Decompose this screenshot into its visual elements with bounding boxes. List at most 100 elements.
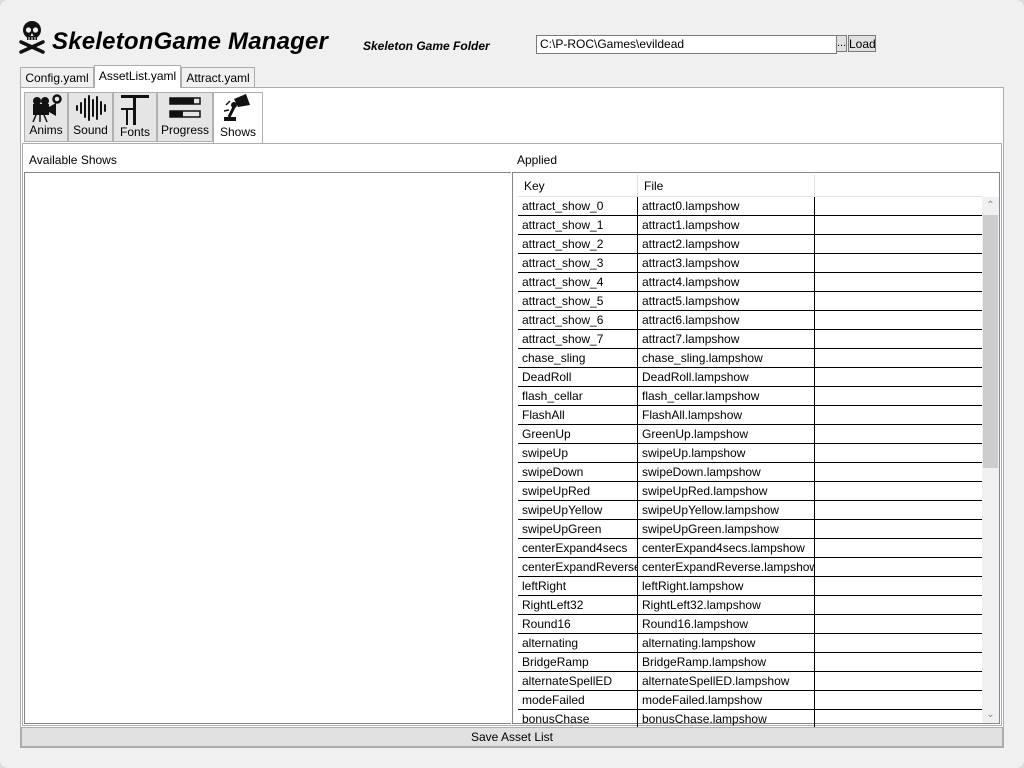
key-cell[interactable]: RightLeft32 (518, 596, 638, 615)
key-cell[interactable]: attract_show_6 (518, 311, 638, 330)
file-cell[interactable]: DeadRoll.lampshow (638, 368, 815, 387)
table-row[interactable]: attract_show_0 attract0.lampshow (518, 197, 982, 216)
file-cell[interactable]: attract1.lampshow (638, 216, 815, 235)
file-cell[interactable]: attract2.lampshow (638, 235, 815, 254)
browse-button[interactable]: ... (836, 35, 847, 52)
table-row[interactable]: attract_show_6 attract6.lampshow (518, 311, 982, 330)
key-cell[interactable]: attract_show_3 (518, 254, 638, 273)
key-cell[interactable]: attract_show_2 (518, 235, 638, 254)
table-row[interactable]: RightLeft32 RightLeft32.lampshow (518, 596, 982, 615)
table-row[interactable]: swipeUpRed swipeUpRed.lampshow (518, 482, 982, 501)
file-cell[interactable]: centerExpand4secs.lampshow (638, 539, 815, 558)
file-cell[interactable]: attract5.lampshow (638, 292, 815, 311)
table-row[interactable]: swipeUpYellow swipeUpYellow.lampshow (518, 501, 982, 520)
file-cell[interactable]: attract3.lampshow (638, 254, 815, 273)
table-row[interactable]: alternating alternating.lampshow (518, 634, 982, 653)
file-cell[interactable]: attract7.lampshow (638, 330, 815, 349)
file-cell[interactable]: BridgeRamp.lampshow (638, 653, 815, 672)
key-cell[interactable]: attract_show_4 (518, 273, 638, 292)
table-row[interactable]: attract_show_7 attract7.lampshow (518, 330, 982, 349)
key-cell[interactable]: Round16 (518, 615, 638, 634)
file-cell[interactable]: leftRight.lampshow (638, 577, 815, 596)
table-row[interactable]: centerExpandReverse centerExpandReverse.l… (518, 558, 982, 577)
key-cell[interactable]: swipeDown (518, 463, 638, 482)
key-cell[interactable]: chase_sling (518, 349, 638, 368)
key-cell[interactable]: DeadRoll (518, 368, 638, 387)
table-row[interactable]: centerExpand4secs centerExpand4secs.lamps… (518, 539, 982, 558)
table-row[interactable]: modeFailed modeFailed.lampshow (518, 691, 982, 710)
table-row[interactable]: attract_show_5 attract5.lampshow (518, 292, 982, 311)
table-row[interactable]: attract_show_1 attract1.lampshow (518, 216, 982, 235)
key-cell[interactable]: leftRight (518, 577, 638, 596)
key-cell[interactable]: attract_show_0 (518, 197, 638, 216)
file-cell[interactable]: swipeUpYellow.lampshow (638, 501, 815, 520)
key-cell[interactable]: FlashAll (518, 406, 638, 425)
table-row[interactable]: GreenUp GreenUp.lampshow (518, 425, 982, 444)
file-cell[interactable]: flash_cellar.lampshow (638, 387, 815, 406)
tab-attract-yaml[interactable]: Attract.yaml (181, 67, 255, 87)
key-cell[interactable]: swipeUpYellow (518, 501, 638, 520)
tab-assetlist-yaml[interactable]: AssetList.yaml (94, 65, 181, 88)
file-cell[interactable]: attract4.lampshow (638, 273, 815, 292)
file-cell[interactable]: Round16.lampshow (638, 615, 815, 634)
subtab-sound[interactable]: Sound (68, 92, 113, 142)
table-row[interactable]: attract_show_4 attract4.lampshow (518, 273, 982, 292)
key-cell[interactable]: centerExpand4secs (518, 539, 638, 558)
file-cell[interactable]: centerExpandReverse.lampshow (638, 558, 815, 577)
table-row[interactable]: leftRight leftRight.lampshow (518, 577, 982, 596)
key-cell[interactable]: attract_show_1 (518, 216, 638, 235)
table-row[interactable]: swipeDown swipeDown.lampshow (518, 463, 982, 482)
table-row[interactable]: swipeUpGreen swipeUpGreen.lampshow (518, 520, 982, 539)
table-row[interactable]: attract_show_3 attract3.lampshow (518, 254, 982, 273)
table-row[interactable]: flash_cellar flash_cellar.lampshow (518, 387, 982, 406)
column-header-key[interactable]: Key (518, 175, 638, 197)
file-cell[interactable]: alternating.lampshow (638, 634, 815, 653)
file-cell[interactable]: swipeUp.lampshow (638, 444, 815, 463)
key-cell[interactable]: swipeUpGreen (518, 520, 638, 539)
table-row[interactable]: BridgeRamp BridgeRamp.lampshow (518, 653, 982, 672)
subtab-fonts[interactable]: Fonts (113, 92, 157, 142)
file-cell[interactable]: RightLeft32.lampshow (638, 596, 815, 615)
key-cell[interactable]: BridgeRamp (518, 653, 638, 672)
table-row[interactable]: chase_sling chase_sling.lampshow (518, 349, 982, 368)
key-cell[interactable]: swipeUpRed (518, 482, 638, 501)
subtab-shows[interactable]: Shows (213, 92, 263, 144)
table-row[interactable]: attract_show_2 attract2.lampshow (518, 235, 982, 254)
scroll-up-icon[interactable]: ⌃ (982, 197, 999, 214)
subtab-anims[interactable]: Anims (24, 92, 68, 142)
key-cell[interactable]: swipeUp (518, 444, 638, 463)
column-header-file[interactable]: File (638, 175, 815, 197)
table-row[interactable]: FlashAll FlashAll.lampshow (518, 406, 982, 425)
key-cell[interactable]: flash_cellar (518, 387, 638, 406)
scroll-thumb[interactable] (983, 215, 998, 468)
file-cell[interactable]: chase_sling.lampshow (638, 349, 815, 368)
available-shows-list[interactable] (24, 172, 511, 724)
file-cell[interactable]: attract0.lampshow (638, 197, 815, 216)
key-cell[interactable]: attract_show_5 (518, 292, 638, 311)
tab-config-yaml[interactable]: Config.yaml (20, 67, 94, 87)
key-cell[interactable]: attract_show_7 (518, 330, 638, 349)
load-button[interactable]: Load (848, 35, 876, 52)
key-cell[interactable]: alternateSpellED (518, 672, 638, 691)
key-cell[interactable]: alternating (518, 634, 638, 653)
table-row[interactable]: DeadRoll DeadRoll.lampshow (518, 368, 982, 387)
file-cell[interactable]: swipeUpRed.lampshow (638, 482, 815, 501)
file-cell[interactable]: attract6.lampshow (638, 311, 815, 330)
key-cell[interactable]: modeFailed (518, 691, 638, 710)
key-cell[interactable]: GreenUp (518, 425, 638, 444)
filler-cell (815, 349, 982, 368)
file-cell[interactable]: alternateSpellED.lampshow (638, 672, 815, 691)
file-cell[interactable]: FlashAll.lampshow (638, 406, 815, 425)
save-asset-list-button[interactable]: Save Asset List (21, 727, 1003, 747)
file-cell[interactable]: swipeDown.lampshow (638, 463, 815, 482)
scroll-down-icon[interactable]: ⌄ (982, 706, 999, 723)
file-cell[interactable]: GreenUp.lampshow (638, 425, 815, 444)
key-cell[interactable]: centerExpandReverse (518, 558, 638, 577)
file-cell[interactable]: modeFailed.lampshow (638, 691, 815, 710)
file-cell[interactable]: swipeUpGreen.lampshow (638, 520, 815, 539)
table-row[interactable]: Round16 Round16.lampshow (518, 615, 982, 634)
folder-path-input[interactable]: C:\P-ROC\Games\evildead (536, 35, 837, 54)
table-row[interactable]: swipeUp swipeUp.lampshow (518, 444, 982, 463)
subtab-progress[interactable]: Progress (157, 92, 213, 142)
table-row[interactable]: alternateSpellED alternateSpellED.lampsho… (518, 672, 982, 691)
